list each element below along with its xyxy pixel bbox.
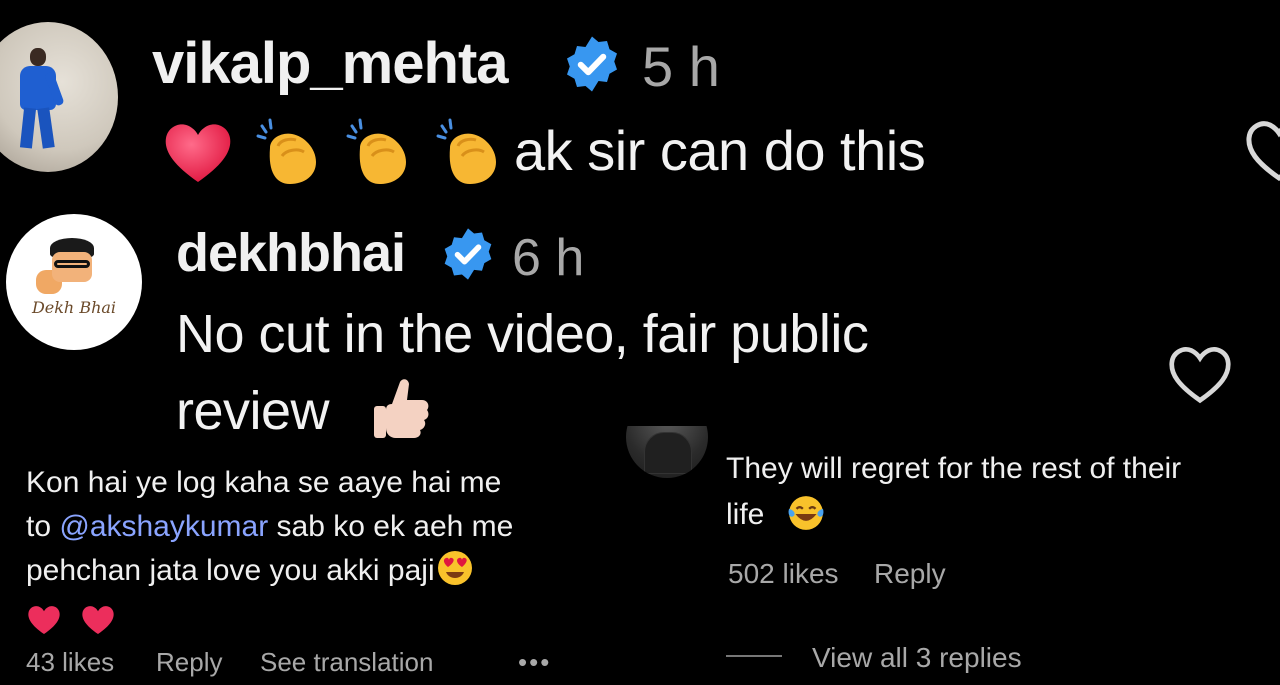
- likes-count[interactable]: 502 likes: [728, 558, 839, 590]
- see-translation-button[interactable]: See translation: [260, 647, 433, 678]
- more-options-button[interactable]: •••: [518, 647, 551, 678]
- comment-line1: Kon hai ye log kaha se aaye hai me: [26, 466, 502, 499]
- avatar-brand-text: Dekh Bhai: [31, 298, 117, 317]
- avatar[interactable]: Dekh Bhai: [6, 214, 142, 350]
- comment-username[interactable]: dekhbhai: [176, 222, 406, 284]
- comment-panel-right: They will regret for the rest of their l…: [596, 426, 1280, 685]
- thumbs-up-icon: [374, 379, 429, 438]
- replies-divider: [726, 655, 782, 657]
- avatar[interactable]: [0, 22, 118, 172]
- clapping-hands-icon: [256, 118, 316, 184]
- clapping-hands-icon: [346, 118, 406, 184]
- red-heart-icon: [165, 124, 231, 182]
- comment-text: ak sir can do this: [514, 119, 926, 182]
- text-fragment: life: [726, 498, 765, 531]
- comment-line4: [26, 597, 586, 641]
- reply-button[interactable]: Reply: [156, 647, 222, 678]
- mention-link[interactable]: @akshaykumar: [59, 510, 268, 543]
- like-heart-icon[interactable]: [1166, 344, 1234, 406]
- red-heart-icon: [28, 606, 60, 635]
- likes-count[interactable]: 43 likes: [26, 647, 114, 678]
- reply-button[interactable]: Reply: [874, 558, 946, 590]
- red-heart-icon: [82, 606, 115, 635]
- avatar[interactable]: [626, 426, 708, 478]
- comment-line2: life: [726, 492, 1276, 538]
- comment-time: 5 h: [642, 35, 720, 98]
- comment-text-line2: review: [176, 381, 330, 441]
- text-fragment: to: [26, 510, 60, 543]
- comment-username[interactable]: vikalp_mehta: [152, 30, 509, 97]
- comment-panel-left: Kon hai ye log kaha se aaye hai me to @a…: [0, 447, 596, 685]
- comment-line1: They will regret for the rest of their: [726, 452, 1182, 485]
- comment-line2: to @akshaykumar sab ko ek aeh me: [26, 505, 586, 549]
- heart-eyes-icon: [437, 551, 472, 586]
- laughing-tears-icon: [788, 496, 824, 530]
- comment-text: They will regret for the rest of their l…: [726, 446, 1276, 538]
- text-fragment: sab ko ek aeh me: [268, 510, 514, 543]
- comment-line3: pehchan jata love you akki paji: [26, 549, 586, 593]
- comment-time: 6 h: [512, 229, 585, 287]
- comment-text: Kon hai ye log kaha se aaye hai me to @a…: [26, 461, 586, 641]
- view-replies-button[interactable]: View all 3 replies: [812, 642, 1022, 674]
- text-fragment: pehchan jata love you akki paji: [26, 554, 435, 587]
- verified-badge-icon: [567, 36, 617, 92]
- comment-text-line1: No cut in the video, fair public: [176, 304, 869, 364]
- clapping-hands-icon: [436, 118, 496, 184]
- verified-badge-icon: [444, 228, 492, 280]
- like-heart-icon[interactable]: [1244, 118, 1280, 184]
